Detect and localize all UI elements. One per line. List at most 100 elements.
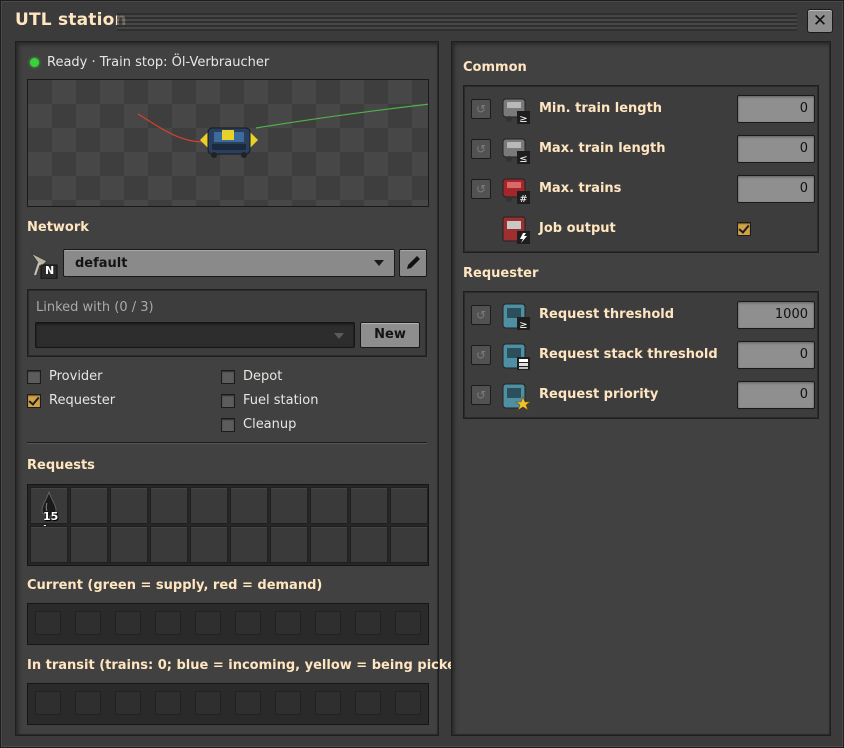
- close-button[interactable]: ✕: [807, 9, 833, 33]
- in-transit-slot: [115, 691, 141, 715]
- request-slot[interactable]: [190, 487, 228, 524]
- titlebar[interactable]: UTL station ✕: [1, 1, 844, 41]
- current-slot-strip: [27, 603, 429, 645]
- current-slot: [275, 611, 301, 635]
- current-slot: [115, 611, 141, 635]
- job-output-label: Job output: [539, 221, 616, 236]
- in-transit-slot: [155, 691, 181, 715]
- request-stack-threshold-label: Request stack threshold: [539, 347, 718, 362]
- request-slot[interactable]: [350, 526, 388, 563]
- svg-text:≥: ≥: [519, 320, 527, 331]
- cleanup-label: Cleanup: [243, 417, 297, 432]
- train-count-icon: #: [499, 173, 531, 205]
- new-link-button[interactable]: New: [360, 322, 420, 348]
- request-slot[interactable]: [310, 487, 348, 524]
- reset-max-train-length-button[interactable]: ↺: [471, 139, 491, 159]
- status-text: Ready · Train stop: Öl-Verbraucher: [47, 55, 270, 70]
- drag-handle[interactable]: [117, 13, 797, 31]
- network-selected-label: default: [75, 256, 128, 271]
- requester-label: Requester: [49, 393, 116, 408]
- current-slot: [235, 611, 261, 635]
- linked-network-dropdown[interactable]: [35, 322, 355, 348]
- depot-checkbox[interactable]: [221, 370, 235, 384]
- in-transit-slot: [395, 691, 421, 715]
- request-slot[interactable]: [150, 487, 188, 524]
- min-train-length-label: Min. train length: [539, 101, 663, 116]
- min-train-length-input[interactable]: 0: [737, 95, 815, 123]
- job-output-checkbox[interactable]: [737, 222, 751, 236]
- close-icon: ✕: [812, 11, 828, 31]
- in-transit-slot: [35, 691, 61, 715]
- current-slot: [35, 611, 61, 635]
- request-slot[interactable]: [110, 487, 148, 524]
- request-slot[interactable]: [150, 526, 188, 563]
- network-dropdown[interactable]: default: [63, 249, 395, 277]
- svg-text:#: #: [519, 194, 527, 205]
- pencil-icon: [407, 256, 420, 269]
- request-priority-label: Request priority: [539, 387, 659, 402]
- utl-station-window: UTL station ✕ Ready · Train stop: Öl-Ver…: [0, 0, 844, 748]
- request-slot[interactable]: [350, 487, 388, 524]
- request-slot[interactable]: [30, 526, 68, 563]
- current-slot: [195, 611, 221, 635]
- reset-request-threshold-button[interactable]: ↺: [471, 305, 491, 325]
- request-slot[interactable]: [190, 526, 228, 563]
- request-threshold-input[interactable]: 1000: [737, 301, 815, 329]
- fuel-station-checkbox[interactable]: [221, 394, 235, 408]
- request-slot[interactable]: 15 k: [30, 487, 68, 536]
- request-priority-input[interactable]: 0: [737, 381, 815, 409]
- reset-request-priority-button[interactable]: ↺: [471, 385, 491, 405]
- reset-icon: ↺: [475, 348, 487, 362]
- chevron-down-icon: [374, 260, 384, 266]
- request-slot[interactable]: [70, 487, 108, 524]
- reset-icon: ↺: [475, 142, 487, 156]
- in-transit-slot: [355, 691, 381, 715]
- network-icon[interactable]: N: [27, 247, 59, 280]
- linked-networks-panel: Linked with (0 / 3) New: [27, 289, 427, 357]
- request-stack-threshold-input[interactable]: 0: [737, 341, 815, 369]
- requester-heading: Requester: [463, 266, 539, 281]
- train-max-icon: ≤: [499, 133, 531, 165]
- request-slot[interactable]: [270, 487, 308, 524]
- in-transit-slot: [195, 691, 221, 715]
- request-threshold-label: Request threshold: [539, 307, 675, 322]
- cleanup-checkbox[interactable]: [221, 418, 235, 432]
- reset-icon: ↺: [475, 182, 487, 196]
- request-slot[interactable]: [310, 526, 348, 563]
- separator: [27, 442, 427, 443]
- request-slot[interactable]: [390, 487, 428, 524]
- request-slot[interactable]: [230, 526, 268, 563]
- requester-checkbox[interactable]: [27, 394, 41, 408]
- current-slot: [75, 611, 101, 635]
- requests-heading: Requests: [27, 458, 95, 473]
- svg-text:≥: ≥: [519, 114, 527, 125]
- edit-network-button[interactable]: [399, 249, 427, 277]
- svg-text:≤: ≤: [519, 154, 527, 165]
- in-transit-slot: [75, 691, 101, 715]
- job-output-icon: [499, 213, 531, 245]
- request-slot[interactable]: [70, 526, 108, 563]
- request-threshold-icon: ≥: [499, 299, 531, 331]
- fuel-station-label: Fuel station: [243, 393, 319, 408]
- in-transit-heading: In transit (trains: 0; blue = incoming, …: [27, 658, 495, 673]
- current-slot: [155, 611, 181, 635]
- current-slot: [395, 611, 421, 635]
- request-slot[interactable]: [270, 526, 308, 563]
- request-slot[interactable]: [230, 487, 268, 524]
- reset-icon: ↺: [475, 308, 487, 322]
- request-priority-icon: [499, 379, 531, 411]
- max-train-length-label: Max. train length: [539, 141, 666, 156]
- reset-min-train-length-button[interactable]: ↺: [471, 99, 491, 119]
- reset-icon: ↺: [475, 388, 487, 402]
- max-train-length-input[interactable]: 0: [737, 135, 815, 163]
- request-slot[interactable]: [110, 526, 148, 563]
- in-transit-slot-strip: [27, 683, 429, 725]
- provider-checkbox[interactable]: [27, 370, 41, 384]
- reset-request-stack-threshold-button[interactable]: ↺: [471, 345, 491, 365]
- station-preview[interactable]: [27, 79, 429, 207]
- request-slot[interactable]: [390, 526, 428, 563]
- request-stack-threshold-icon: [499, 339, 531, 371]
- in-transit-slot: [275, 691, 301, 715]
- max-trains-input[interactable]: 0: [737, 175, 815, 203]
- reset-max-trains-button[interactable]: ↺: [471, 179, 491, 199]
